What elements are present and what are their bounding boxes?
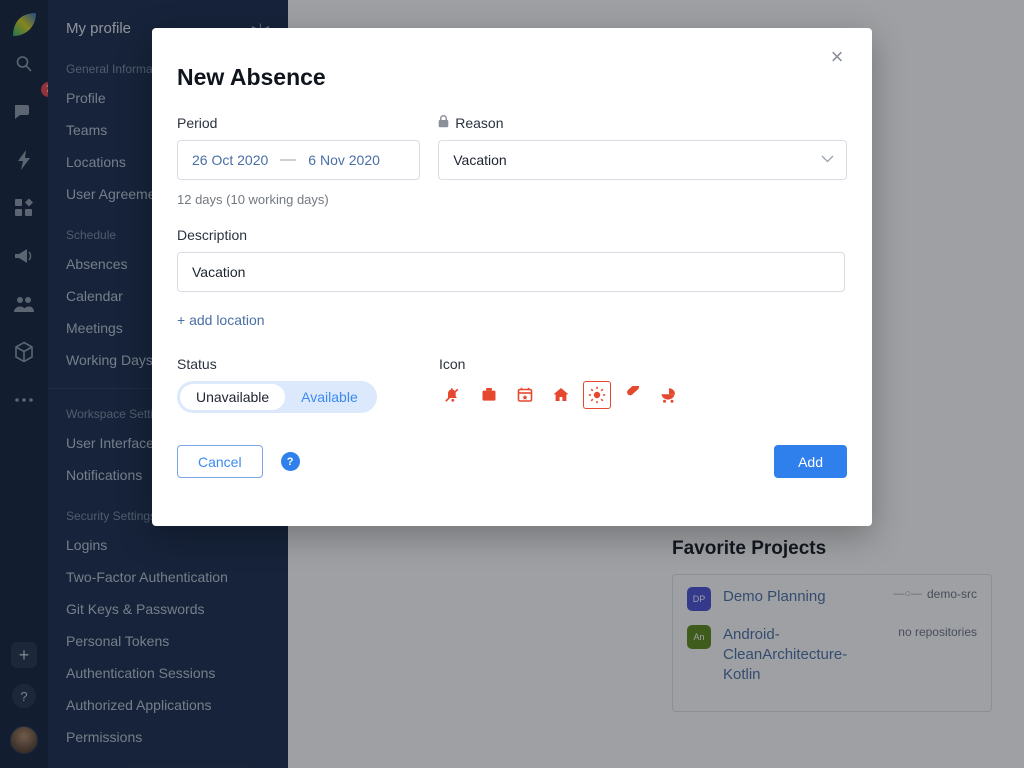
status-toggle[interactable]: Unavailable Available bbox=[177, 381, 377, 413]
icon-picker bbox=[439, 381, 847, 409]
new-absence-dialog: × New Absence Period 26 Oct 2020 — 6 Nov… bbox=[152, 28, 872, 526]
reason-field: Reason Vacation bbox=[438, 115, 847, 207]
status-option-unavailable[interactable]: Unavailable bbox=[180, 384, 286, 410]
status-field: Status Unavailable Available bbox=[177, 356, 439, 413]
reason-select[interactable]: Vacation bbox=[438, 140, 847, 180]
status-label: Status bbox=[177, 356, 217, 372]
description-label: Description bbox=[177, 227, 248, 243]
help-icon[interactable]: ? bbox=[280, 452, 300, 471]
add-button[interactable]: Add bbox=[774, 445, 847, 478]
sun-icon[interactable] bbox=[583, 381, 611, 409]
period-days-note: 12 days (10 working days) bbox=[177, 192, 329, 207]
icon-field: Icon bbox=[439, 356, 847, 413]
add-location-link[interactable]: + add location bbox=[177, 312, 847, 328]
reason-label: Reason bbox=[438, 115, 847, 131]
status-option-available[interactable]: Available bbox=[285, 384, 374, 410]
chevron-down-icon bbox=[821, 154, 834, 166]
period-field: Period 26 Oct 2020 — 6 Nov 2020 12 days … bbox=[177, 115, 421, 207]
bell-off-icon[interactable] bbox=[439, 381, 467, 409]
period-start-date[interactable]: 26 Oct 2020 bbox=[192, 152, 268, 168]
briefcase-icon[interactable] bbox=[475, 381, 503, 409]
home-icon[interactable] bbox=[547, 381, 575, 409]
dialog-footer: Cancel ? Add bbox=[177, 445, 847, 478]
description-input[interactable]: Vacation bbox=[177, 252, 845, 292]
period-reason-row: Period 26 Oct 2020 — 6 Nov 2020 12 days … bbox=[177, 115, 847, 207]
calendar-star-icon[interactable] bbox=[511, 381, 539, 409]
period-dash: — bbox=[280, 151, 297, 168]
period-end-date[interactable]: 6 Nov 2020 bbox=[308, 152, 380, 168]
dialog-title: New Absence bbox=[177, 64, 326, 90]
status-icon-row: Status Unavailable Available Icon bbox=[177, 356, 847, 413]
close-icon[interactable]: × bbox=[822, 42, 852, 72]
app-root: 7 bbox=[0, 0, 1024, 768]
period-label: Period bbox=[177, 115, 218, 131]
reason-label-text: Reason bbox=[455, 115, 504, 131]
icon-label: Icon bbox=[439, 356, 466, 372]
stroller-icon[interactable] bbox=[655, 381, 683, 409]
period-input[interactable]: 26 Oct 2020 — 6 Nov 2020 bbox=[177, 140, 421, 180]
reason-selected-value: Vacation bbox=[453, 152, 507, 168]
pill-icon[interactable] bbox=[619, 381, 647, 409]
cancel-button[interactable]: Cancel bbox=[177, 445, 263, 478]
description-field: Description Vacation bbox=[177, 227, 847, 292]
lock-icon bbox=[438, 115, 449, 131]
description-value: Vacation bbox=[192, 264, 246, 280]
